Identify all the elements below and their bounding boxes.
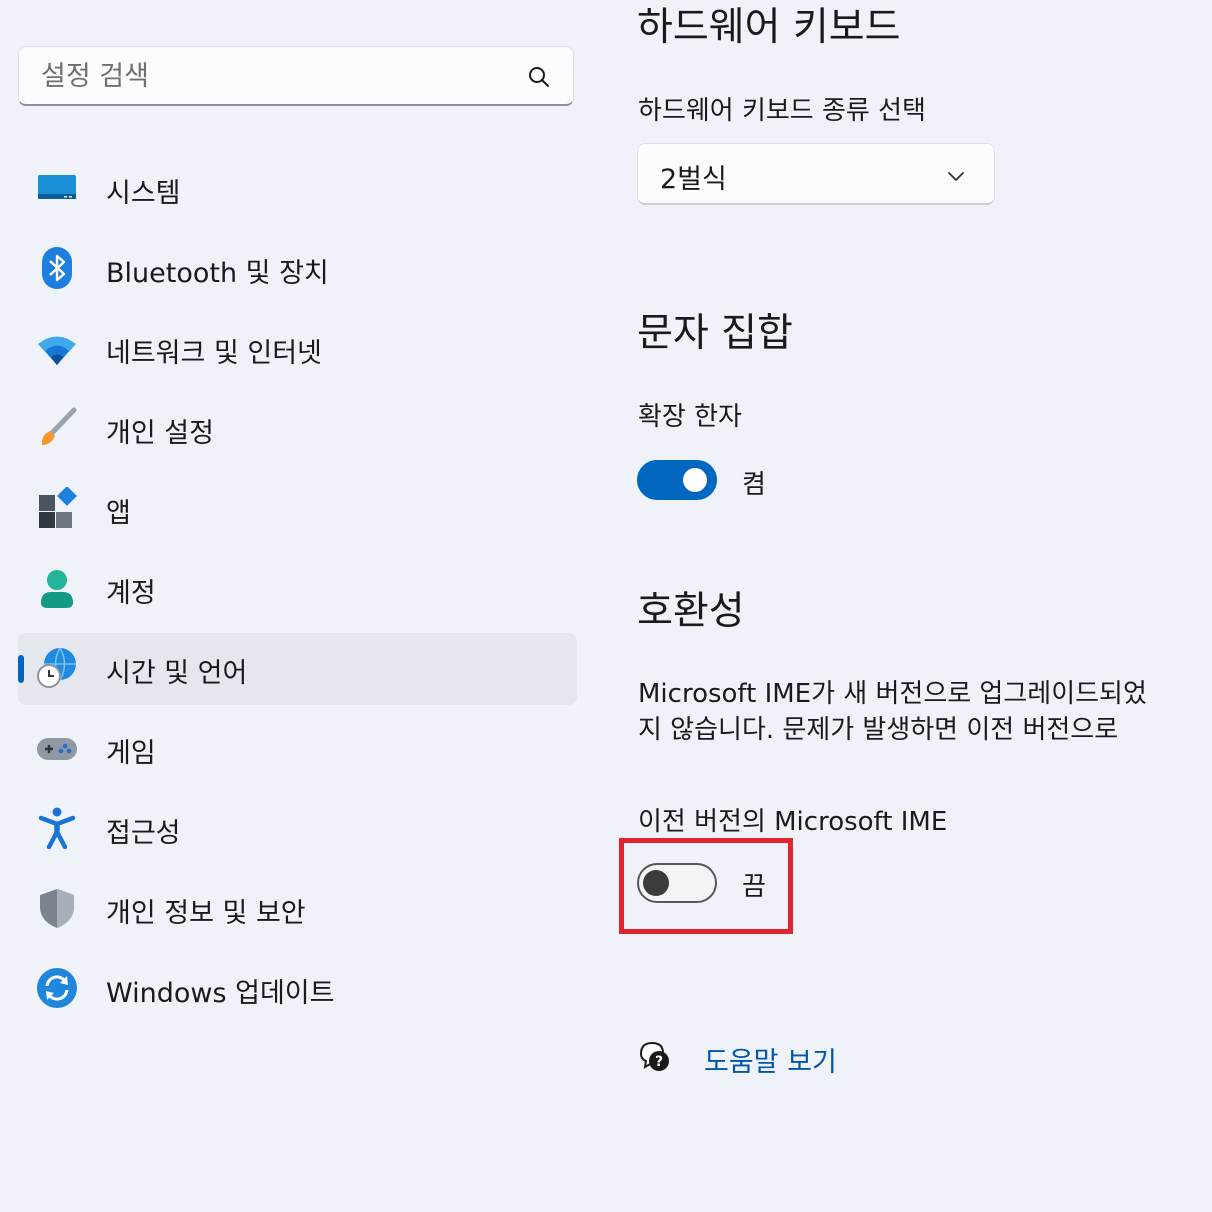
description-line-1: Microsoft IME가 새 버전으로 업그레이드되었 bbox=[638, 679, 1147, 709]
windows-update-icon bbox=[37, 968, 77, 1008]
sidebar-item-label: 개인 정보 및 보안 bbox=[106, 898, 306, 929]
apps-icon bbox=[39, 487, 77, 528]
system-monitor-icon bbox=[38, 175, 76, 199]
sidebar-item-accessibility[interactable]: 접근성 bbox=[18, 793, 577, 865]
previous-ime-label: 이전 버전의 Microsoft IME bbox=[638, 807, 948, 837]
wifi-icon bbox=[38, 336, 76, 365]
extended-hanja-state: 켬 bbox=[742, 470, 766, 500]
help-chat-icon: ? bbox=[639, 1041, 669, 1071]
sidebar-item-privacy-security[interactable]: 개인 정보 및 보안 bbox=[18, 873, 577, 945]
account-icon bbox=[41, 570, 73, 608]
sidebar-item-label: 시스템 bbox=[106, 178, 181, 209]
extended-hanja-label: 확장 한자 bbox=[638, 402, 742, 432]
description-line-2: 지 않습니다. 문제가 발생하면 이전 버전으로 bbox=[638, 715, 1119, 745]
sidebar-item-label: 접근성 bbox=[106, 818, 181, 849]
search-input[interactable] bbox=[39, 55, 513, 97]
svg-text:?: ? bbox=[655, 1054, 663, 1070]
get-help-link[interactable]: 도움말 보기 bbox=[704, 1040, 837, 1079]
sidebar-item-accounts[interactable]: 계정 bbox=[18, 553, 577, 625]
sidebar-item-label: Windows 업데이트 bbox=[106, 978, 335, 1009]
compatibility-description: Microsoft IME가 새 버전으로 업그레이드되었 지 않습니다. 문제… bbox=[638, 676, 1212, 748]
sidebar-item-windows-update[interactable]: Windows 업데이트 bbox=[18, 953, 577, 1025]
accessibility-icon bbox=[38, 807, 76, 849]
time-language-icon bbox=[37, 647, 76, 688]
sidebar-item-label: 개인 설정 bbox=[106, 418, 214, 449]
sidebar-item-time-language[interactable]: 시간 및 언어 bbox=[18, 633, 577, 705]
selection-indicator bbox=[18, 655, 24, 683]
keyboard-layout-value: 2벌식 bbox=[660, 164, 727, 195]
sidebar-item-system[interactable]: 시스템 bbox=[18, 153, 577, 225]
keyboard-layout-label: 하드웨어 키보드 종류 선택 bbox=[638, 96, 926, 126]
charset-heading: 문자 집합 bbox=[637, 311, 793, 356]
highlight-box bbox=[619, 838, 793, 934]
shield-icon bbox=[40, 889, 74, 928]
sidebar-item-label: 계정 bbox=[106, 578, 156, 609]
paintbrush-icon bbox=[41, 407, 77, 445]
sidebar-item-label: 네트워크 및 인터넷 bbox=[106, 338, 322, 369]
toggle-knob bbox=[683, 468, 707, 492]
compatibility-heading: 호환성 bbox=[637, 589, 745, 634]
hardware-keyboard-heading: 하드웨어 키보드 bbox=[637, 5, 901, 50]
settings-search-box[interactable] bbox=[18, 46, 574, 106]
sidebar-item-label: 앱 bbox=[106, 498, 131, 529]
sidebar-item-label: 게임 bbox=[106, 738, 156, 769]
search-icon[interactable] bbox=[527, 65, 551, 89]
sidebar-item-personalization[interactable]: 개인 설정 bbox=[18, 393, 577, 465]
sidebar-item-network[interactable]: 네트워크 및 인터넷 bbox=[18, 313, 577, 385]
chevron-down-icon bbox=[948, 172, 964, 181]
extended-hanja-toggle[interactable] bbox=[637, 460, 717, 500]
gamepad-icon bbox=[37, 738, 77, 760]
sidebar-item-label: 시간 및 언어 bbox=[106, 658, 248, 689]
sidebar-item-gaming[interactable]: 게임 bbox=[18, 713, 577, 785]
sidebar-item-apps[interactable]: 앱 bbox=[18, 473, 577, 545]
sidebar-item-bluetooth[interactable]: Bluetooth 및 장치 bbox=[18, 233, 577, 305]
bluetooth-icon bbox=[42, 247, 72, 289]
sidebar-item-label: Bluetooth 및 장치 bbox=[106, 258, 329, 289]
keyboard-layout-dropdown[interactable]: 2벌식 bbox=[637, 143, 995, 205]
